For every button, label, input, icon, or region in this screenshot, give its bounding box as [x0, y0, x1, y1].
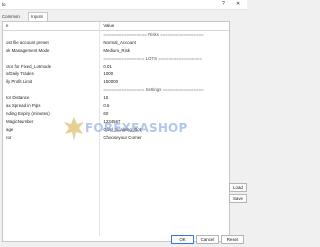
table-row[interactable]: ================= Risks ================… [3, 30, 229, 39]
save-button[interactable]: Save [229, 194, 247, 203]
parameter-value[interactable] [100, 213, 229, 221]
parameter-value[interactable]: ================ Settings ==============… [100, 86, 229, 94]
table-row[interactable] [3, 165, 229, 174]
parameter-value[interactable]: 150000 [100, 78, 229, 86]
parameter-value[interactable]: Medium_Risk [100, 47, 229, 55]
load-button[interactable]: Load [229, 183, 247, 192]
parameter-name [3, 157, 101, 166]
table-row[interactable]: ================ LOTS ================= [3, 54, 229, 63]
parameter-name: ost file account preset [3, 38, 101, 47]
parameter-name [3, 54, 101, 63]
table-row[interactable]: ================ Settings ==============… [3, 86, 229, 95]
parameter-name [3, 173, 101, 182]
parameter-name: ctor for Fixed_Lotmode [3, 62, 101, 71]
table-row[interactable] [3, 149, 229, 158]
table-row[interactable] [3, 157, 229, 166]
title-bar: lo ? ✕ [0, 0, 247, 10]
parameter-name [3, 220, 101, 229]
table-row[interactable] [3, 188, 229, 197]
table-row[interactable]: ctor for Fixed_Lotmode 0.01 [3, 62, 229, 71]
table-row[interactable]: ily Profit Limit 150000 [3, 78, 229, 87]
parameter-name: s/Daily Trades [3, 70, 101, 79]
table-row[interactable] [3, 220, 229, 229]
parameter-value[interactable]: ================ LOTS ================= [100, 55, 229, 63]
parameter-name [3, 86, 101, 95]
table-row[interactable] [3, 181, 229, 189]
window-title: lo [2, 2, 6, 7]
reset-button[interactable]: Reset [221, 235, 244, 244]
inputs-panel: e Value ================= Risks ========… [2, 21, 230, 242]
watermark: FOREXEASHOP [63, 115, 187, 143]
parameter-value[interactable] [100, 221, 229, 229]
table-header-row: e Value [3, 22, 229, 31]
help-icon[interactable]: ? [222, 1, 225, 7]
parameter-name [3, 188, 101, 197]
column-header-value[interactable]: Value [99, 22, 229, 31]
table-row[interactable]: tor Distance 15 [3, 94, 229, 103]
table-row[interactable]: ax Spread in Pips 0.5 [3, 102, 229, 110]
eagle-logo-icon [64, 117, 84, 141]
parameter-name: tor Distance [3, 94, 101, 103]
parameter-value[interactable] [100, 173, 229, 181]
parameter-value[interactable] [100, 165, 229, 173]
close-icon[interactable]: ✕ [236, 1, 240, 7]
parameter-value[interactable] [100, 189, 229, 197]
parameter-value[interactable] [100, 157, 229, 165]
parameter-name [3, 165, 101, 174]
parameter-value[interactable]: 0.01 [100, 63, 229, 71]
parameter-name: sk Management Mode [3, 46, 101, 55]
parameter-name [3, 228, 101, 237]
table-row[interactable]: sk Management Mode Medium_Risk [3, 46, 229, 55]
parameter-value[interactable]: 15 [100, 94, 229, 102]
parameter-value[interactable]: 0.5 [100, 102, 229, 110]
parameter-name [3, 212, 101, 221]
table-row[interactable] [3, 196, 229, 205]
parameter-value[interactable] [100, 181, 229, 189]
parameter-value[interactable]: Normal_Account [100, 39, 229, 47]
parameter-value[interactable] [100, 205, 229, 213]
table-row[interactable] [3, 204, 229, 213]
table-row[interactable] [3, 173, 229, 182]
parameter-name [3, 204, 101, 213]
parameter-name [3, 181, 101, 189]
parameter-name: ax Spread in Pips [3, 102, 101, 110]
parameter-name [3, 30, 101, 39]
tab-inputs[interactable]: Inputs [28, 12, 48, 21]
parameter-name [3, 149, 101, 158]
parameter-value[interactable]: ================= Risks ================… [100, 30, 229, 38]
parameter-value[interactable] [100, 149, 229, 157]
table-row[interactable] [3, 212, 229, 221]
column-header-variable[interactable]: e [3, 22, 101, 31]
parameter-value[interactable]: 1000 [100, 70, 229, 78]
cancel-button[interactable]: Cancel [196, 235, 219, 244]
table-row[interactable]: s/Daily Trades 1000 [3, 70, 229, 79]
table-row[interactable]: ost file account preset Normal_Account [3, 38, 229, 47]
parameter-value[interactable] [100, 197, 229, 205]
ok-button[interactable]: OK [171, 235, 194, 244]
parameter-name: ily Profit Limit [3, 78, 101, 87]
parameter-name [3, 196, 101, 205]
watermark-text: FOREXEASHOP [85, 121, 188, 135]
